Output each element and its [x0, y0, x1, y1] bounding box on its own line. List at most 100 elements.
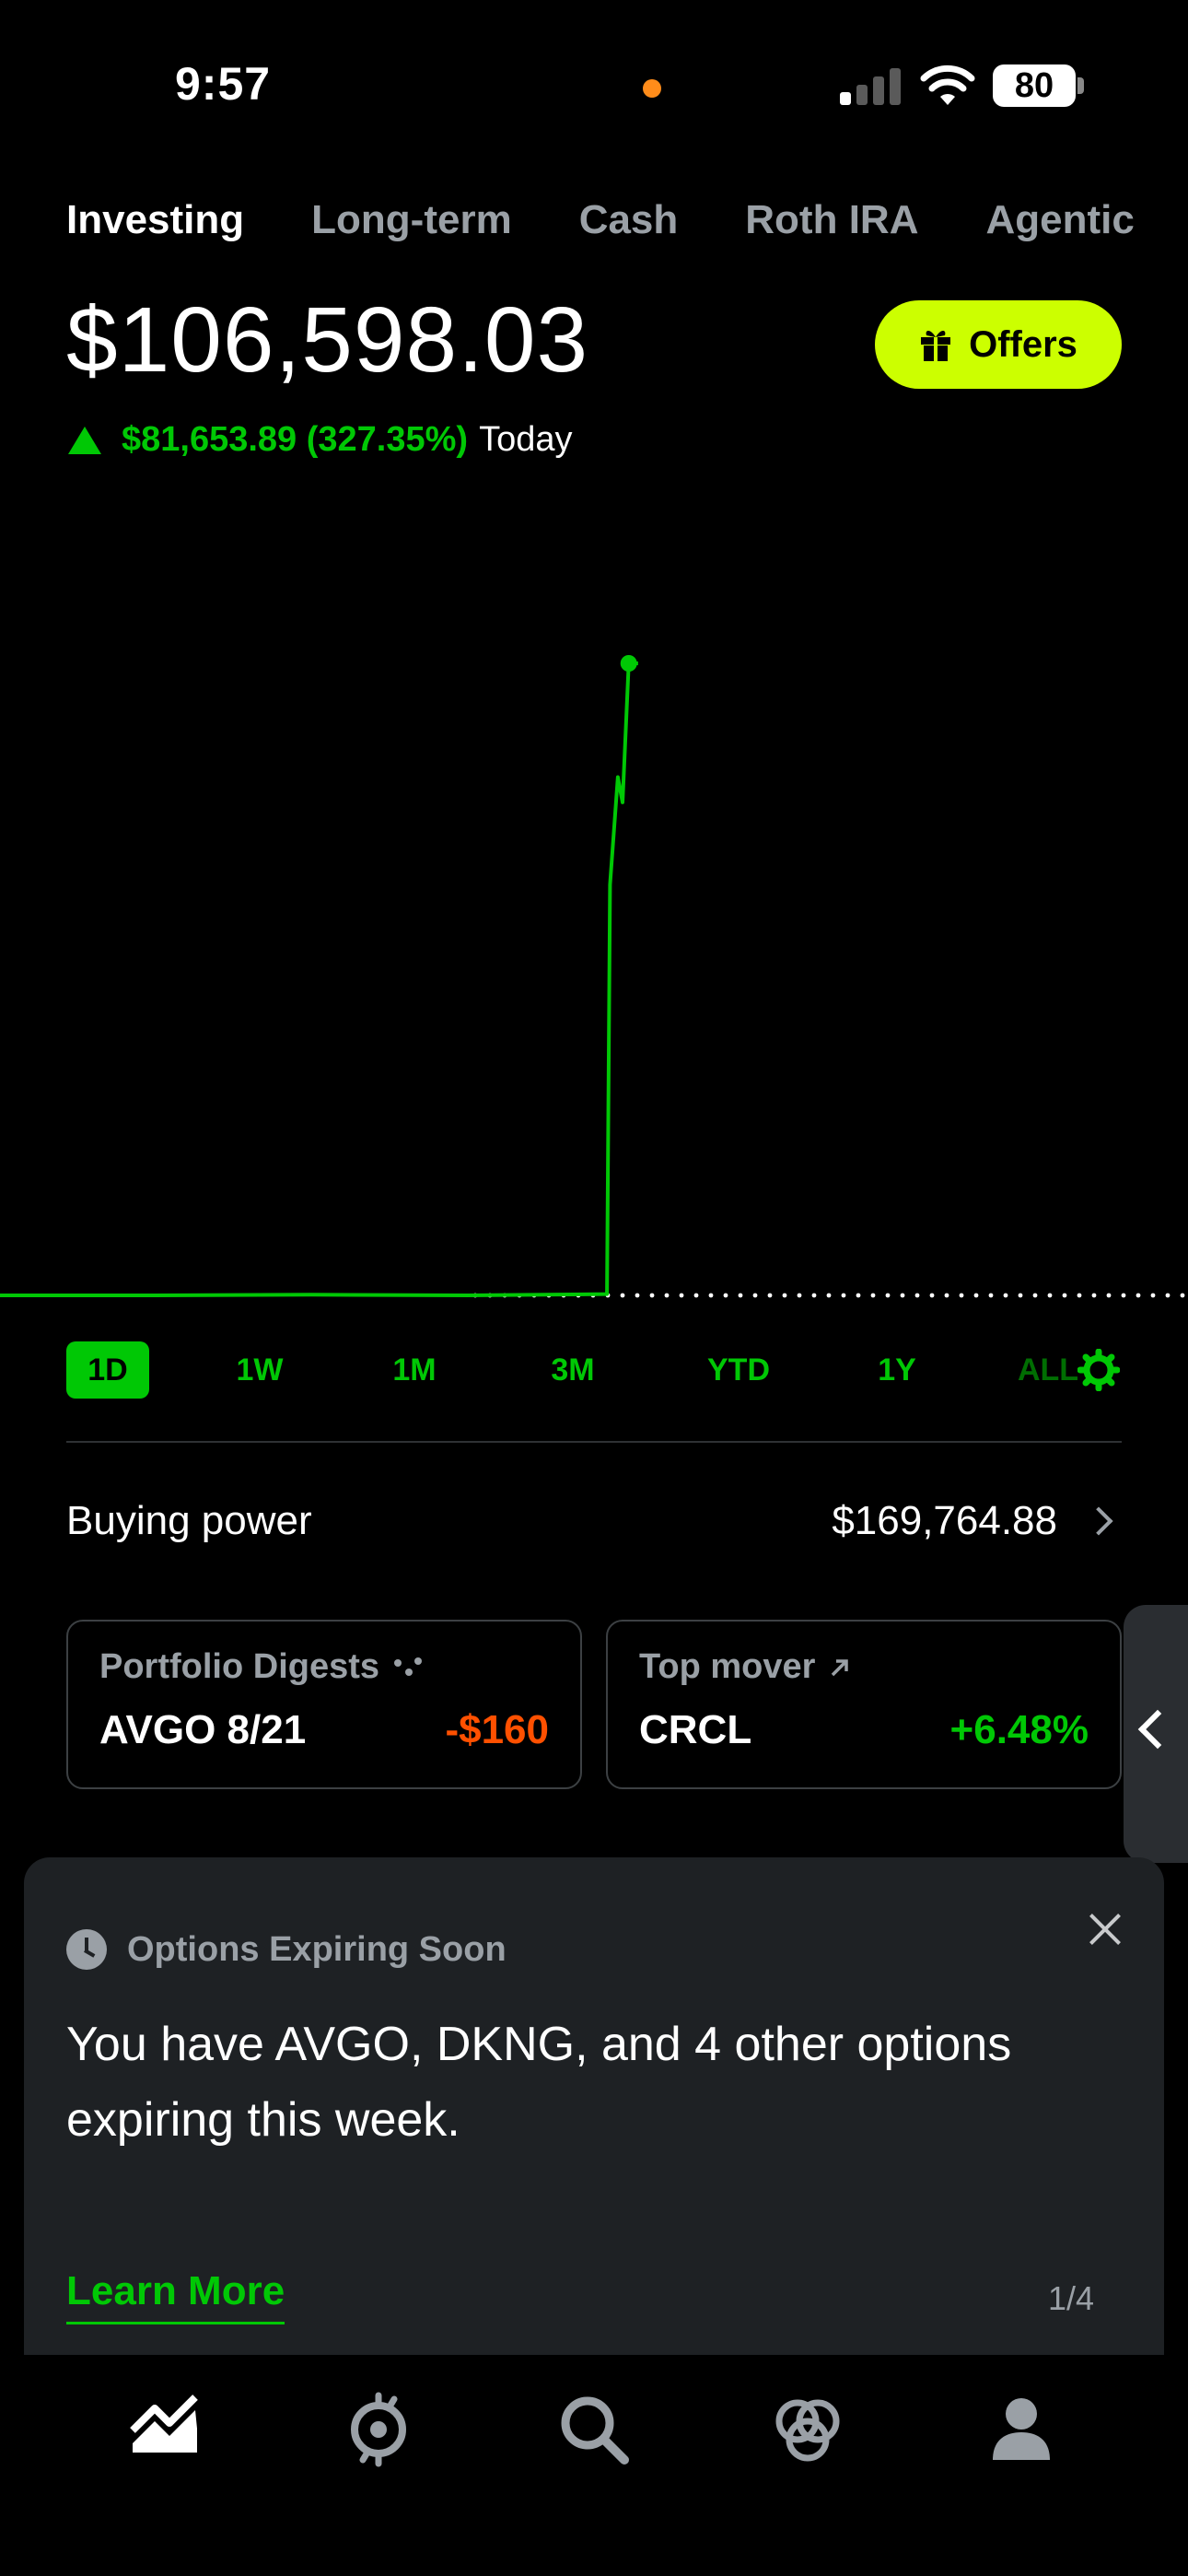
chart-baseline-dot	[1150, 1293, 1156, 1298]
chart-baseline-dot	[1077, 1293, 1082, 1298]
chart-baseline-dot	[841, 1293, 846, 1298]
chart-settings-gear-icon[interactable]	[1077, 1349, 1120, 1391]
offers-button[interactable]: Offers	[875, 300, 1122, 389]
chart-baseline-dot	[738, 1293, 743, 1298]
side-panel-handle[interactable]	[1124, 1605, 1188, 1863]
chart-baseline-dot	[708, 1293, 714, 1298]
chart-baseline-dot	[1018, 1293, 1023, 1298]
chart-baseline-dot	[1180, 1293, 1185, 1298]
range-1y[interactable]: 1Y	[860, 1341, 934, 1399]
digest-title: Portfolio Digests	[99, 1647, 380, 1686]
divider	[66, 1441, 1122, 1443]
chart-baseline-dot	[1091, 1293, 1097, 1298]
chevron-left-icon	[1137, 1709, 1178, 1750]
tab-cash[interactable]: Cash	[579, 197, 679, 252]
daily-change-value: $81,653.89 (327.35%)	[122, 420, 469, 459]
top-mover-title: Top mover	[639, 1647, 816, 1686]
chart-baseline-dot	[944, 1293, 949, 1298]
chart-baseline-dot	[797, 1293, 802, 1298]
chart-baseline-dot	[664, 1293, 670, 1298]
gift-icon	[921, 331, 951, 361]
chart-baseline-dot	[752, 1293, 758, 1298]
chart-baseline-dot	[1003, 1293, 1008, 1298]
sparkle-icon	[394, 1657, 423, 1676]
chart-series-line	[0, 662, 638, 1297]
time-range-selector: 1D 1W 1M 3M YTD 1Y ALL	[66, 1341, 1122, 1399]
wifi-icon	[920, 64, 975, 105]
buying-power-value: $169,764.88	[832, 1498, 1057, 1543]
notification-pager: 1/4	[1048, 2279, 1095, 2317]
chart-baseline-dot	[1032, 1293, 1038, 1298]
cellular-signal-icon	[840, 66, 903, 105]
network-icon[interactable]	[766, 2388, 849, 2471]
top-mover-ticker: CRCL	[639, 1707, 752, 1752]
digest-item: AVGO 8/21	[99, 1707, 307, 1752]
portfolio-digest-card[interactable]: Portfolio Digests AVGO 8/21 -$160	[66, 1620, 582, 1789]
range-ytd[interactable]: YTD	[702, 1341, 775, 1399]
status-time: 9:57	[175, 58, 272, 110]
chart-baseline-dot	[811, 1293, 817, 1298]
range-1w[interactable]: 1W	[223, 1341, 297, 1399]
portfolio-value: $106,598.03	[66, 288, 589, 392]
chart-baseline-dot	[973, 1293, 979, 1298]
chart-baseline-dot	[1062, 1293, 1067, 1298]
range-1d[interactable]: 1D	[66, 1341, 149, 1399]
chart-baseline-dot	[914, 1293, 920, 1298]
range-3m[interactable]: 3M	[536, 1341, 610, 1399]
tab-long-term[interactable]: Long-term	[311, 197, 512, 252]
buying-power-row[interactable]: Buying power $169,764.88	[66, 1489, 1122, 1553]
tab-investing[interactable]: Investing	[66, 197, 244, 252]
chart-baseline-dot	[635, 1293, 640, 1298]
chart-baseline-dot	[856, 1293, 861, 1298]
chart-baseline-dot	[679, 1293, 684, 1298]
daily-change-period: Today	[479, 420, 573, 459]
range-1m[interactable]: 1M	[378, 1341, 451, 1399]
battery-nub	[1077, 77, 1084, 94]
digest-value: -$160	[445, 1707, 549, 1752]
clock-icon	[66, 1929, 107, 1970]
close-icon[interactable]	[1079, 1903, 1131, 1955]
learn-more-link[interactable]: Learn More	[66, 2268, 285, 2324]
chart-baseline-dot	[767, 1293, 773, 1298]
arrow-up-right-icon	[832, 1658, 849, 1676]
chart-baseline-dot	[959, 1293, 964, 1298]
chart-baseline-dot	[620, 1293, 625, 1298]
range-all[interactable]: ALL	[1011, 1341, 1085, 1399]
daily-change: $81,653.89 (327.35%) Today	[68, 420, 572, 460]
chart-baseline-dot	[1047, 1293, 1053, 1298]
crypto-icon[interactable]	[337, 2388, 420, 2471]
investing-icon[interactable]	[123, 2388, 206, 2471]
top-mover-card[interactable]: Top mover CRCL +6.48%	[606, 1620, 1122, 1789]
offers-label: Offers	[969, 323, 1077, 365]
up-arrow-icon	[68, 426, 101, 454]
notification-message: You have AVGO, DKNG, and 4 other options…	[66, 2018, 1012, 2147]
chart-baseline-dot	[1165, 1293, 1171, 1298]
portfolio-chart[interactable]	[0, 571, 1188, 1327]
chart-current-point	[620, 655, 637, 672]
chart-baseline-dot	[723, 1293, 728, 1298]
tab-agentic[interactable]: Agentic	[985, 197, 1134, 252]
bottom-navigation	[0, 2355, 1188, 2576]
options-expiring-notification: Options Expiring Soon You have AVGO, DKN…	[24, 1857, 1164, 2355]
chart-baseline-dot	[826, 1293, 832, 1298]
chart-baseline-dot	[929, 1293, 935, 1298]
buying-power-label: Buying power	[66, 1498, 312, 1543]
chevron-right-icon	[1084, 1506, 1113, 1536]
chart-baseline-dot	[900, 1293, 905, 1298]
chart-baseline-dot	[988, 1293, 994, 1298]
chart-baseline-dot	[649, 1293, 655, 1298]
privacy-indicator-dot	[643, 79, 661, 98]
search-icon[interactable]	[553, 2388, 635, 2471]
chart-baseline-dot	[782, 1293, 787, 1298]
notification-title: Options Expiring Soon	[127, 1929, 507, 1969]
tab-roth-ira[interactable]: Roth IRA	[745, 197, 918, 252]
top-mover-change: +6.48%	[949, 1707, 1089, 1752]
chart-baseline-dot	[885, 1293, 891, 1298]
battery-indicator: 80	[993, 64, 1076, 107]
chart-baseline-dot	[1121, 1293, 1126, 1298]
chart-baseline-dot	[1106, 1293, 1112, 1298]
account-tabs: Investing Long-term Cash Roth IRA Agenti…	[66, 197, 1188, 252]
chart-baseline-dot	[693, 1293, 699, 1298]
chart-baseline-dot	[1136, 1293, 1141, 1298]
account-icon[interactable]	[980, 2388, 1063, 2471]
